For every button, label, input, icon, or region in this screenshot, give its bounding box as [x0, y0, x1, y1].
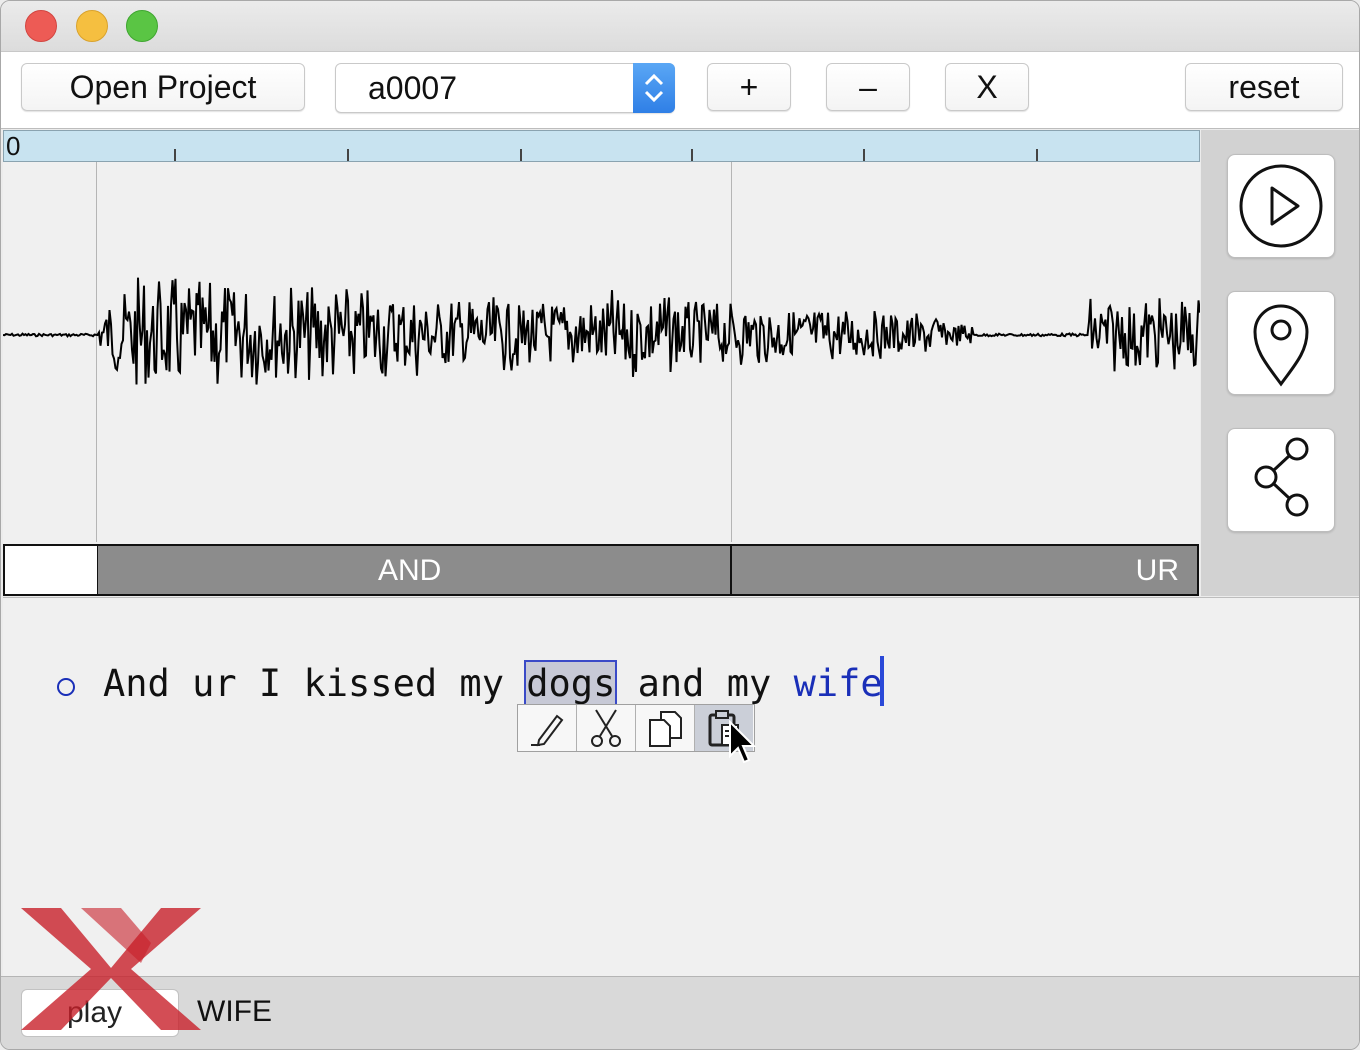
audio-waveform	[3, 277, 1200, 385]
segment-label-tier: AND UR	[3, 544, 1200, 596]
open-project-button[interactable]: Open Project	[21, 63, 305, 111]
segment-and[interactable]: AND	[97, 544, 732, 596]
add-button[interactable]: +	[707, 63, 791, 111]
bullet-icon	[57, 678, 75, 696]
ruler-tick	[174, 149, 176, 161]
current-segment-label: WIFE	[197, 995, 272, 1028]
copy-button[interactable]	[636, 705, 695, 751]
reset-button[interactable]: reset	[1185, 63, 1343, 111]
segment-label: AND	[378, 554, 442, 587]
copy-icon	[649, 711, 682, 747]
timeline-ruler[interactable]: 0	[3, 130, 1200, 162]
zoom-window-button[interactable]	[126, 10, 158, 42]
cut-button[interactable]	[577, 705, 636, 751]
segment-empty[interactable]	[3, 544, 99, 596]
status-bar: play WIFE	[1, 976, 1359, 1049]
recording-select[interactable]: a0007	[335, 63, 675, 113]
location-pin-icon	[1253, 304, 1309, 387]
tool-sidebar	[1201, 130, 1359, 596]
remove-button[interactable]: –	[826, 63, 910, 111]
close-window-button[interactable]	[25, 10, 57, 42]
share-button[interactable]	[1227, 428, 1335, 532]
segment-ur[interactable]: UR	[731, 544, 1199, 596]
title-bar	[1, 1, 1359, 52]
ruler-tick	[347, 149, 349, 161]
close-project-button[interactable]: X	[945, 63, 1029, 111]
share-nodes-icon	[1254, 437, 1309, 517]
recording-select-value: a0007	[368, 70, 457, 106]
play-circle-icon	[1239, 164, 1323, 248]
mouse-pointer-icon	[729, 720, 757, 764]
edit-button[interactable]	[518, 705, 577, 751]
waveform-panel[interactable]: 0	[3, 130, 1200, 596]
waveform-trace	[3, 277, 1200, 385]
segment-label: UR	[1135, 554, 1179, 587]
scissors-icon	[591, 709, 621, 747]
transcript-editor[interactable]: And ur I kissed my dogs and my wife	[3, 597, 1359, 976]
transcript-text: And ur I kissed my	[103, 662, 527, 705]
ruler-tick	[520, 149, 522, 161]
select-arrows-icon	[633, 63, 675, 113]
text-caret	[879, 656, 884, 706]
ruler-tick	[1036, 149, 1038, 161]
selected-word[interactable]: dogs	[524, 660, 618, 707]
minimize-window-button[interactable]	[76, 10, 108, 42]
edit-context-menu	[517, 704, 755, 752]
edited-word[interactable]: wife	[794, 662, 883, 705]
transcript-line[interactable]: And ur I kissed my dogs and my wife	[103, 656, 884, 707]
watermark-logo	[21, 908, 201, 1030]
ruler-tick	[691, 149, 693, 161]
play-segment-button[interactable]	[1227, 154, 1335, 258]
pencil-icon	[531, 714, 564, 747]
ruler-start-label: 0	[6, 131, 21, 161]
location-button[interactable]	[1227, 291, 1335, 395]
transcript-text: and my	[615, 662, 794, 705]
app-window: Open Project a0007 + – X reset 0 AND UR …	[0, 0, 1360, 1050]
ruler-tick	[863, 149, 865, 161]
toolbar: Open Project a0007 + – X reset	[1, 52, 1359, 129]
